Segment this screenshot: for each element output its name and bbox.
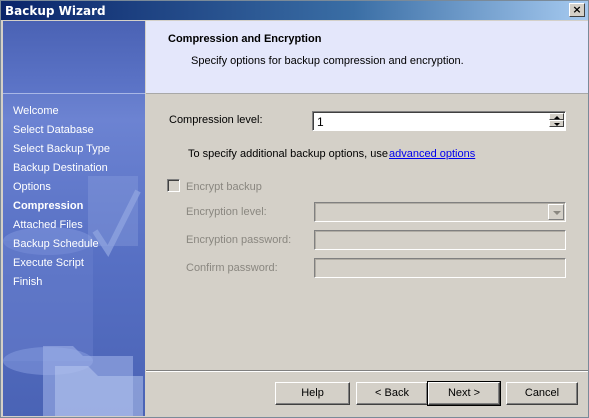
step-backup-destination[interactable]: Backup Destination (13, 159, 110, 178)
step-welcome[interactable]: Welcome (13, 102, 110, 121)
advanced-options-text: To specify additional backup options, us… (188, 148, 388, 160)
chevron-down-icon[interactable] (548, 204, 564, 220)
compression-level-label: Compression level: (169, 114, 263, 126)
confirm-password-field[interactable] (314, 258, 566, 278)
encryption-level-dropdown[interactable] (314, 202, 566, 222)
page-header: Compression and Encryption Specify optio… (146, 21, 588, 94)
page-title: Compression and Encryption (168, 33, 322, 45)
page-subtitle: Specify options for backup compression a… (191, 55, 464, 67)
compression-level-spinbox[interactable]: 1 (312, 111, 566, 131)
options-panel: Compression level: 1 To specify addition… (146, 95, 588, 370)
footer-divider (146, 370, 588, 372)
step-select-database[interactable]: Select Database (13, 121, 110, 140)
confirm-password-label: Confirm password: (186, 262, 278, 274)
wizard-steps-list: Welcome Select Database Select Backup Ty… (13, 102, 110, 292)
advanced-options-link[interactable]: advanced options (389, 148, 475, 160)
compression-level-spinner[interactable] (549, 113, 564, 128)
close-icon: × (572, 3, 582, 16)
next-button[interactable]: Next > (427, 381, 501, 406)
close-button[interactable]: × (569, 3, 585, 17)
encrypt-backup-label[interactable]: Encrypt backup (186, 181, 262, 193)
spin-down-icon[interactable] (549, 120, 564, 127)
step-attached-files[interactable]: Attached Files (13, 216, 110, 235)
step-select-backup-type[interactable]: Select Backup Type (13, 140, 110, 159)
step-options[interactable]: Options (13, 178, 110, 197)
step-execute-script[interactable]: Execute Script (13, 254, 110, 273)
window-title: Backup Wizard (5, 4, 106, 18)
cancel-button[interactable]: Cancel (506, 382, 578, 405)
title-bar[interactable]: Backup Wizard × (1, 1, 588, 20)
encryption-level-label: Encryption level: (186, 206, 267, 218)
step-compression[interactable]: Compression (13, 197, 110, 216)
help-button[interactable]: Help (275, 382, 350, 405)
compression-level-value[interactable]: 1 (317, 115, 324, 129)
backup-wizard-window: Backup Wizard × Welcome Select Database … (0, 0, 589, 418)
encrypt-backup-checkbox[interactable] (167, 179, 180, 192)
step-backup-schedule[interactable]: Backup Schedule (13, 235, 110, 254)
sidebar-header-band (3, 21, 145, 94)
encryption-password-label: Encryption password: (186, 234, 292, 246)
step-finish[interactable]: Finish (13, 273, 110, 292)
spin-up-icon[interactable] (549, 113, 564, 120)
wizard-sidebar: Welcome Select Database Select Backup Ty… (3, 21, 145, 416)
encryption-password-field[interactable] (314, 230, 566, 250)
back-button[interactable]: < Back (356, 382, 428, 405)
